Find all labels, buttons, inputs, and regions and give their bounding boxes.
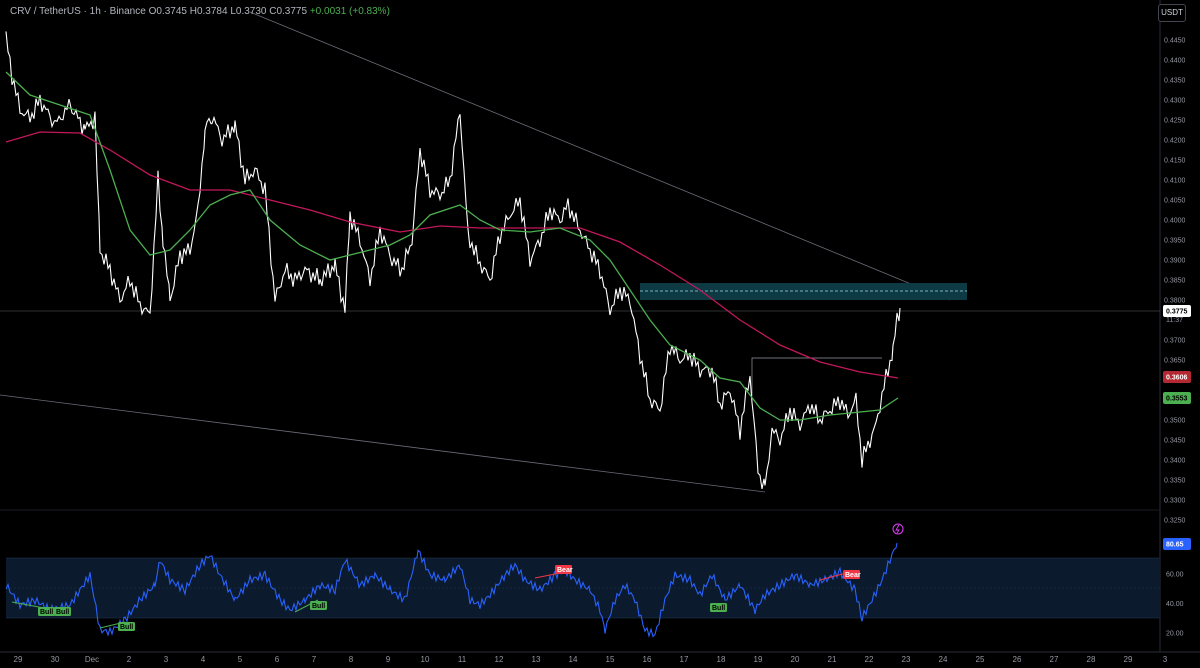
price-tick-label: 0.4400 bbox=[1164, 58, 1186, 65]
date-tick-label: 25 bbox=[976, 655, 985, 664]
date-tick-label: 28 bbox=[1087, 655, 1096, 664]
date-tick-label: 18 bbox=[717, 655, 726, 664]
date-tick-label: 6 bbox=[275, 655, 280, 664]
date-tick-label: 22 bbox=[865, 655, 874, 664]
price-tick-label: 0.3500 bbox=[1164, 418, 1186, 425]
date-tick-label: 23 bbox=[902, 655, 911, 664]
date-tick-label: 20 bbox=[791, 655, 800, 664]
price-tick-label: 0.3250 bbox=[1164, 518, 1186, 525]
price-tick-label: 0.4250 bbox=[1164, 118, 1186, 125]
date-tick-label: 27 bbox=[1050, 655, 1059, 664]
lightning-alert-icon[interactable] bbox=[892, 523, 904, 535]
ma-fast-badge: 0.3553 bbox=[1166, 396, 1188, 403]
rsi-value-badge: 80.65 bbox=[1166, 542, 1184, 549]
price-tick-label: 0.3700 bbox=[1164, 338, 1186, 345]
divergence-label-bull: Bull bbox=[56, 609, 69, 616]
price-tick-label: 0.4000 bbox=[1164, 218, 1186, 225]
date-tick-label: 24 bbox=[939, 655, 948, 664]
price-tick-label: 0.4150 bbox=[1164, 158, 1186, 165]
date-tick-label: 9 bbox=[386, 655, 391, 664]
price-tick-label: 0.3400 bbox=[1164, 458, 1186, 465]
chart-window: 0.4450 0.4400 0.4350 0.4300 0.4250 0.4200 0.41… bbox=[0, 0, 1200, 668]
lightning-alert-icon-glyph bbox=[895, 524, 900, 534]
resistance-zone bbox=[640, 283, 967, 300]
price-tick-label: 0.3650 bbox=[1164, 358, 1186, 365]
range-box bbox=[751, 357, 882, 396]
date-tick-label: 26 bbox=[1013, 655, 1022, 664]
date-tick-label: 21 bbox=[828, 655, 837, 664]
date-tick-label: 12 bbox=[495, 655, 504, 664]
price-tick-label: 0.3850 bbox=[1164, 278, 1186, 285]
date-tick-label: 16 bbox=[643, 655, 652, 664]
upper-trendline bbox=[249, 11, 951, 301]
date-tick-label: 10 bbox=[421, 655, 430, 664]
ohlc-values: O0.3745 H0.3784 L0.3730 C0.3775 bbox=[148, 6, 308, 17]
divergence-label-bull: Bull bbox=[40, 609, 53, 616]
price-tick-label: 0.3950 bbox=[1164, 238, 1186, 245]
symbol-header: CRV / TetherUS · 1h · Binance O0.3745 H0… bbox=[10, 6, 390, 17]
date-tick-label: 14 bbox=[569, 655, 578, 664]
rsi-tick-label: 40.00 bbox=[1166, 601, 1184, 608]
date-tick-label: 30 bbox=[51, 655, 60, 664]
divergence-label-bear: Bear bbox=[557, 567, 573, 574]
price-series bbox=[5, 31, 901, 490]
date-tick-label: 17 bbox=[680, 655, 689, 664]
price-tick-label: 0.4100 bbox=[1164, 178, 1186, 185]
date-tick-label: Dec bbox=[85, 655, 99, 664]
date-tick-label: 7 bbox=[312, 655, 317, 664]
divergence-label-bull: Bull bbox=[712, 605, 725, 612]
date-tick-label: 3 bbox=[164, 655, 169, 664]
lower-trendline bbox=[0, 394, 766, 493]
symbol-label[interactable]: CRV / TetherUS · 1h · Binance bbox=[10, 6, 146, 17]
rsi-tick-label: 20.00 bbox=[1166, 631, 1184, 638]
price-change: +0.0031 (+0.83%) bbox=[309, 6, 390, 17]
price-tick-label: 0.4200 bbox=[1164, 138, 1186, 145]
divergence-label-bull: Bull bbox=[120, 624, 133, 631]
price-tick-label: 0.3450 bbox=[1164, 438, 1186, 445]
price-tick-label: 0.3350 bbox=[1164, 478, 1186, 485]
ma-fast-line bbox=[5, 71, 899, 421]
price-tick-label: 0.4050 bbox=[1164, 198, 1186, 205]
price-tick-label: 0.4350 bbox=[1164, 78, 1186, 85]
date-tick-label: 11 bbox=[458, 655, 467, 664]
current-price-badge: 0.3775 bbox=[1166, 309, 1188, 316]
date-tick-label: 29 bbox=[1124, 655, 1133, 664]
chart-canvas[interactable]: 0.4450 0.4400 0.4350 0.4300 0.4250 0.4200 0.41… bbox=[0, 0, 1200, 668]
divergence-label-bear: Bear bbox=[845, 572, 861, 579]
date-tick-label: 29 bbox=[14, 655, 23, 664]
date-tick-label: 5 bbox=[238, 655, 243, 664]
rsi-tick-label: 60.00 bbox=[1166, 572, 1184, 579]
date-tick-label: 4 bbox=[201, 655, 206, 664]
ma-slow-badge: 0.3606 bbox=[1166, 375, 1188, 382]
price-tick-label: 0.4300 bbox=[1164, 98, 1186, 105]
date-tick-label: 15 bbox=[606, 655, 615, 664]
date-tick-label: 13 bbox=[532, 655, 541, 664]
currency-button[interactable]: USDT bbox=[1158, 4, 1186, 22]
price-tick-label: 0.3900 bbox=[1164, 258, 1186, 265]
date-tick-label: 3 bbox=[1163, 655, 1168, 664]
bar-countdown: 11:37 bbox=[1166, 317, 1183, 324]
price-tick-label: 0.4450 bbox=[1164, 38, 1186, 45]
date-tick-label: 2 bbox=[127, 655, 132, 664]
date-tick-label: 8 bbox=[349, 655, 354, 664]
date-tick-label: 19 bbox=[754, 655, 763, 664]
price-tick-label: 0.3800 bbox=[1164, 298, 1186, 305]
divergence-label-bull: Bull bbox=[312, 603, 325, 610]
price-tick-label: 0.3300 bbox=[1164, 498, 1186, 505]
